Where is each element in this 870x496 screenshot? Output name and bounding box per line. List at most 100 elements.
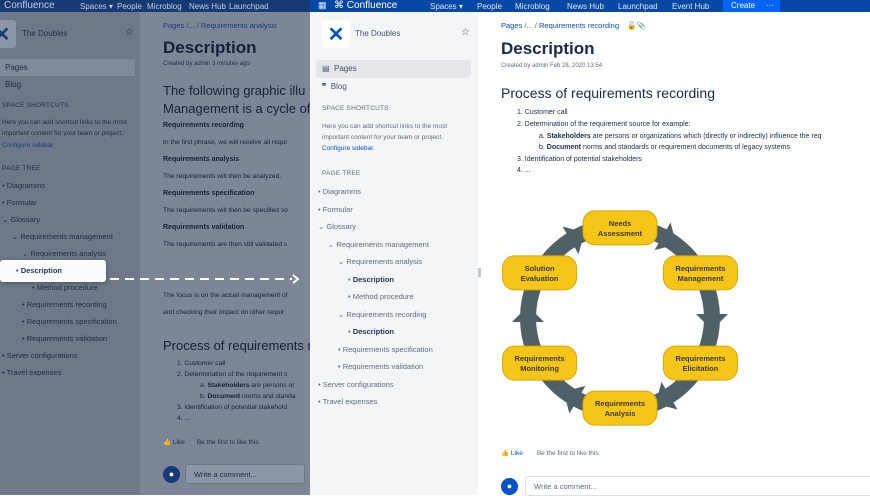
bg-breadcrumb[interactable]: Pages /... / Requirements analysis xyxy=(163,21,277,30)
bg-comment-input[interactable]: Write a comment... xyxy=(185,464,305,484)
bg-configure-sidebar-link[interactable]: Configure sidebar. xyxy=(2,142,55,149)
like-button[interactable]: Like xyxy=(511,450,523,457)
nav-people[interactable]: People xyxy=(477,2,502,11)
breadcrumb-pages[interactable]: Pages xyxy=(501,21,522,30)
bg-list-item: 1. Customer call xyxy=(177,360,226,367)
tree-item-label: Requirements recording xyxy=(26,300,107,309)
breadcrumb-current[interactable]: Requirements recording xyxy=(539,21,619,30)
tree-item-label: Requirements specification xyxy=(26,317,117,326)
process-heading: Process of requirements recording xyxy=(501,85,715,101)
bg-focus-text: and checking their impact on other requi… xyxy=(163,309,285,316)
tree-item[interactable]: • Method procedure xyxy=(348,292,414,301)
pages-icon: ▤ xyxy=(322,64,330,73)
cycle-node-label: Requirements xyxy=(595,399,645,408)
tree-item-label: Formular xyxy=(6,198,37,207)
tree-item-label: Description xyxy=(20,266,62,275)
tree-item[interactable]: ⌄ Requirements recording xyxy=(338,310,426,319)
bg-nav-microblog[interactable]: Microblog xyxy=(147,2,182,11)
tree-item-label: Glossary xyxy=(10,215,40,224)
app-switcher-icon[interactable]: ▦ xyxy=(318,1,327,10)
bg-section-heading: Requirements recording xyxy=(163,122,244,129)
tree-item[interactable]: ⌄ Requirements analysis xyxy=(338,257,422,266)
space-logo[interactable]: ✕ xyxy=(322,20,350,48)
nav-launchpad[interactable]: Launchpad xyxy=(618,2,658,11)
highlighted-tree-item[interactable]: • Description xyxy=(0,260,106,282)
tree-item-label: Requirements validation xyxy=(342,362,424,371)
bg-brand[interactable]: Confluence xyxy=(4,1,55,11)
bg-space-name[interactable]: The Doubles xyxy=(22,29,67,38)
tree-item[interactable]: • Requirements validation xyxy=(338,362,423,371)
nav-eventhub[interactable]: Event Hub xyxy=(672,2,709,11)
bg-section-heading: Requirements analysis xyxy=(163,156,240,163)
nav-spaces[interactable]: Spaces ▾ xyxy=(430,2,463,11)
sub-prefix: a. xyxy=(539,133,545,140)
tree-item-label: Diagramms xyxy=(6,181,46,190)
cycle-node-label: Monitoring xyxy=(520,364,559,373)
bg-page-tree-label: PAGE TREE xyxy=(2,165,41,172)
tree-item[interactable]: • Description xyxy=(348,275,394,284)
configure-sidebar-link[interactable]: Configure sidebar. xyxy=(322,145,375,152)
list-item: 1. Customer call xyxy=(517,109,568,116)
cycle-node-label: Requirements xyxy=(675,264,725,273)
sidebar-pages[interactable]: ▤ Pages xyxy=(316,60,471,78)
tree-item-label: Glossary xyxy=(326,222,356,231)
bg-nav-people[interactable]: People xyxy=(117,2,142,11)
tree-item[interactable]: ⌄ Requirements management xyxy=(328,240,429,249)
sub-prefix: b. xyxy=(539,144,545,151)
user-avatar: ● xyxy=(501,478,518,495)
bg-shortcuts-text: Here you can add shortcut links to the m… xyxy=(2,119,128,126)
tree-item-label: Requirements recording xyxy=(346,309,427,319)
tree-item[interactable]: • Requirements recording xyxy=(22,300,107,309)
sub-text: norms and standards or requirement docum… xyxy=(581,144,790,151)
bg-like-icon[interactable]: 👍 xyxy=(163,439,171,446)
tree-item[interactable]: • Formular xyxy=(318,205,353,214)
tree-item[interactable]: • Server configurations xyxy=(2,351,78,360)
bg-sidebar-pages[interactable]: Pages xyxy=(0,59,135,76)
cycle-node-label: Management xyxy=(678,274,724,283)
nav-microblog[interactable]: Microblog xyxy=(515,2,550,11)
tree-item-label: Formular xyxy=(322,204,353,214)
tree-item[interactable]: • Requirements specification xyxy=(338,345,433,354)
list-item: 4. ... xyxy=(517,167,531,174)
tree-item-label: Description xyxy=(352,327,394,336)
tree-item[interactable]: ⌄ Requirements analysis xyxy=(22,249,106,258)
more-button[interactable]: ··· xyxy=(760,0,780,12)
tree-item[interactable]: • Requirements validation xyxy=(22,334,107,343)
create-button[interactable]: Create xyxy=(723,0,764,12)
background-page: Confluence Spaces ▾ People Microblog New… xyxy=(0,0,310,495)
sidebar-blog[interactable]: ❞ Blog xyxy=(322,82,347,91)
bg-like-button[interactable]: Like xyxy=(173,439,185,446)
bg-nav-newshub[interactable]: News Hub xyxy=(189,2,226,11)
bg-nav-spaces[interactable]: Spaces ▾ xyxy=(80,2,113,11)
bg-nav-launchpad[interactable]: Launchpad xyxy=(229,2,269,11)
nav-newshub[interactable]: News Hub xyxy=(567,2,604,11)
tree-item[interactable]: • Server configurations xyxy=(318,380,394,389)
tree-item[interactable]: • Diagramms xyxy=(318,187,361,196)
bg-sidebar-blog[interactable]: Blog xyxy=(5,80,21,89)
bg-like-text: Be the first to like this xyxy=(196,439,259,446)
star-icon[interactable]: ☆ xyxy=(461,27,470,38)
attachment-icon[interactable]: 📎 xyxy=(636,21,645,30)
tree-item[interactable]: • Requirements specification xyxy=(22,317,117,326)
tree-item[interactable]: • Description xyxy=(348,327,394,336)
tree-item[interactable]: • Travel expenses xyxy=(318,397,377,406)
tree-item[interactable]: ⌄ Requirements management xyxy=(12,232,113,241)
bg-section-text: The requirements will then be specified … xyxy=(163,207,288,214)
like-icon[interactable]: 👍 xyxy=(501,450,509,457)
bg-sub-bold: Document xyxy=(207,393,241,400)
tree-item[interactable]: • Travel expenses xyxy=(2,368,61,377)
bg-star-icon[interactable]: ☆ xyxy=(125,27,134,38)
comment-input[interactable]: Write a comment... xyxy=(525,476,870,496)
sidebar-resize-handle[interactable] xyxy=(478,268,481,277)
tree-item[interactable]: • Diagramms xyxy=(2,181,45,190)
tree-item[interactable]: ⌄ Glossary xyxy=(2,215,40,224)
brand-link[interactable]: ⌘ Confluence xyxy=(334,1,397,11)
tree-item[interactable]: ⌄ Glossary xyxy=(318,222,356,231)
bg-list-item: 4. ... xyxy=(177,415,191,422)
tree-item[interactable]: • Method procedure xyxy=(32,283,98,292)
tree-item[interactable]: • Formular xyxy=(2,198,37,207)
breadcrumb-sep[interactable]: /... / xyxy=(524,21,537,30)
tree-item-label: Diagramms xyxy=(322,187,362,196)
space-name[interactable]: The Doubles xyxy=(355,29,400,38)
brand-label: Confluence xyxy=(346,0,398,11)
